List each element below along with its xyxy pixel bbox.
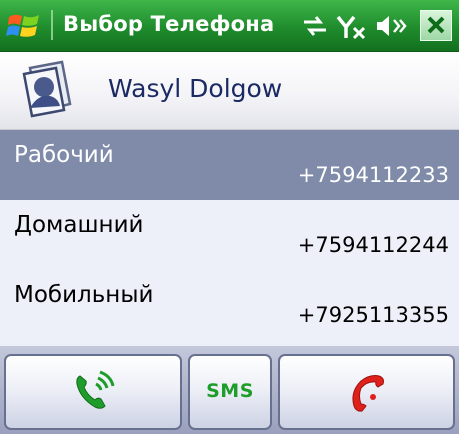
contact-card-icon xyxy=(22,60,72,118)
contact-header: Wasyl Dolgow xyxy=(0,52,459,130)
title-bar: Выбор Телефона xyxy=(0,0,459,52)
phone-number: +7594112244 xyxy=(297,233,449,257)
sms-label: SMS xyxy=(206,380,254,402)
title-separator xyxy=(51,10,53,40)
phone-call-icon xyxy=(76,370,115,409)
phone-label: Рабочий xyxy=(14,142,114,168)
phone-number: +7925113355 xyxy=(297,303,449,327)
phone-hangup-icon xyxy=(351,375,384,412)
window-title: Выбор Телефона xyxy=(63,12,275,36)
close-button[interactable] xyxy=(420,10,452,41)
volume-off-icon[interactable] xyxy=(373,14,409,38)
phone-row-home[interactable]: Домашний +7594112244 xyxy=(0,200,459,270)
sms-button[interactable]: SMS xyxy=(188,354,272,430)
phone-label: Домашний xyxy=(14,212,144,238)
softkey-bar: SMS xyxy=(0,346,459,434)
end-call-button[interactable] xyxy=(278,354,455,430)
close-icon xyxy=(427,16,445,34)
windows-start-icon[interactable] xyxy=(6,8,42,44)
phone-label: Мобильный xyxy=(14,282,154,308)
sync-icon[interactable] xyxy=(302,14,328,38)
signal-off-icon[interactable] xyxy=(336,14,366,40)
phone-row-mobile[interactable]: Мобильный +7925113355 xyxy=(0,270,459,340)
phone-number: +7594112233 xyxy=(297,163,449,187)
contact-name: Wasyl Dolgow xyxy=(108,74,283,103)
phone-row-work[interactable]: Рабочий +7594112233 xyxy=(0,130,459,200)
call-button[interactable] xyxy=(4,354,182,430)
